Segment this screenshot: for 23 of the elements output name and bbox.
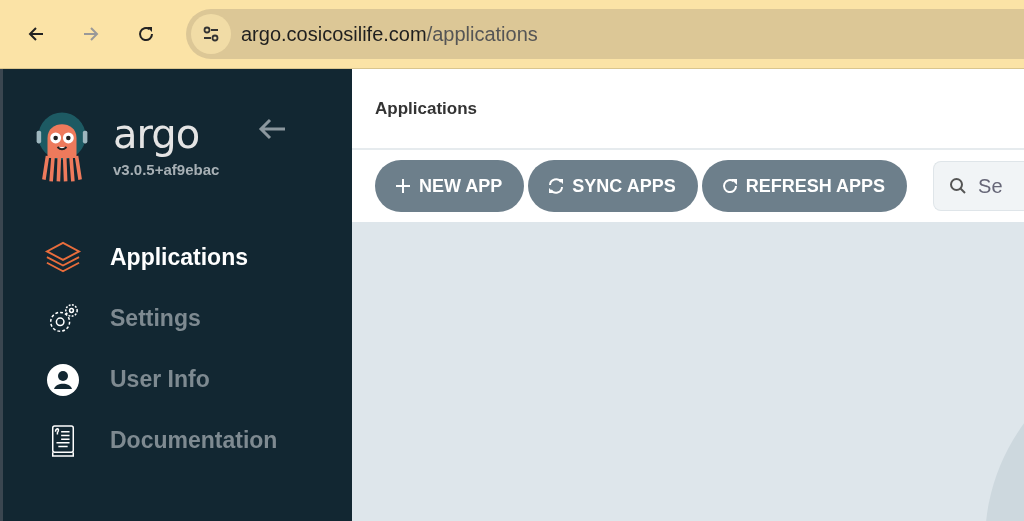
plus-icon: [395, 178, 411, 194]
nav-item[interactable]: Applications: [3, 227, 352, 288]
address-bar[interactable]: argo.cosicosilife.com/applications: [186, 9, 1024, 59]
nav-item[interactable]: Settings: [3, 288, 352, 349]
refresh-icon: [721, 178, 738, 194]
nav-item[interactable]: User Info: [3, 349, 352, 410]
toolbar-button[interactable]: SYNC APPS: [528, 160, 698, 212]
book-icon: [49, 423, 77, 458]
site-settings-icon[interactable]: [191, 14, 231, 54]
toolbar-button[interactable]: REFRESH APPS: [701, 160, 908, 212]
url-host: argo.cosicosilife.com: [241, 22, 427, 46]
collapse-arrow-icon[interactable]: [257, 117, 288, 141]
url-path: /applications: [426, 22, 538, 46]
version-label: v3.0.5+af9ebac: [113, 161, 220, 178]
nav-item[interactable]: Documentation: [3, 410, 352, 471]
sync-icon: [548, 178, 565, 194]
reload-icon[interactable]: [136, 24, 156, 44]
layers-icon: [44, 240, 82, 275]
toolbar-button[interactable]: NEW APP: [375, 160, 525, 212]
logo-wordmark: argo: [113, 113, 201, 155]
page-title: Applications: [375, 98, 477, 119]
search-field[interactable]: Se: [933, 161, 1024, 211]
user-icon: [46, 362, 80, 397]
